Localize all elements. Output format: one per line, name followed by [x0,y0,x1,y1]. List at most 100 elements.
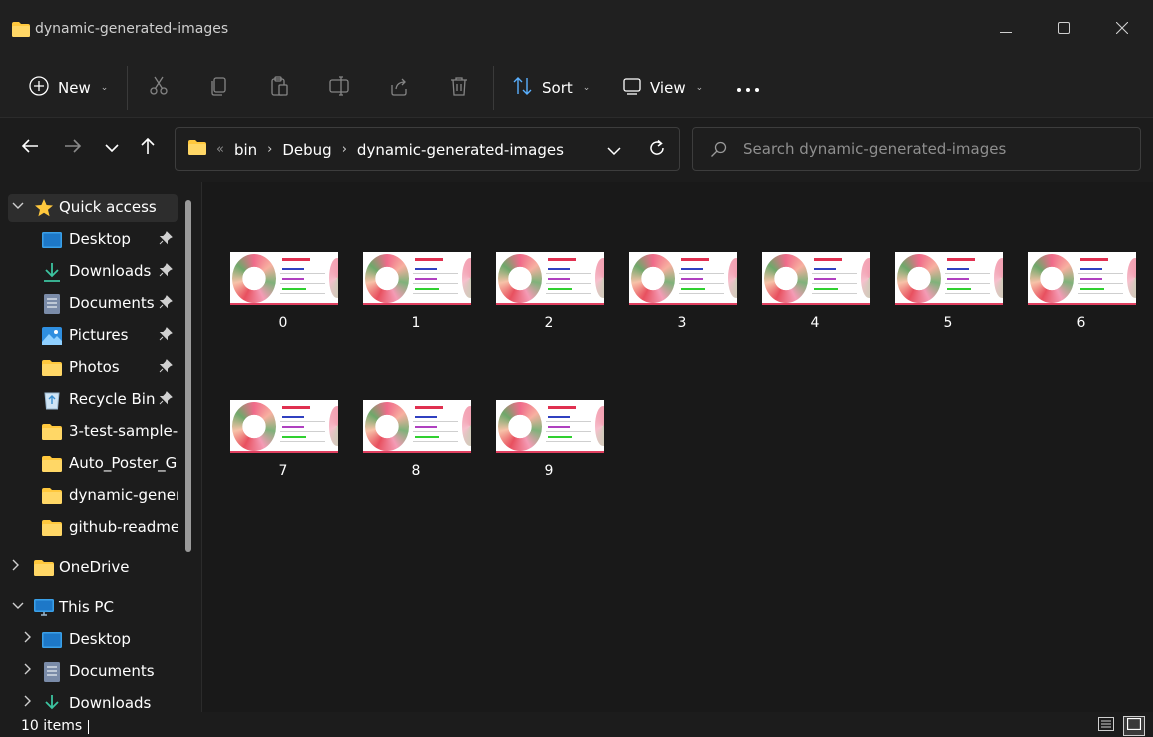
maximize-button[interactable] [1041,10,1087,50]
rename-button[interactable] [328,70,350,106]
view-button[interactable]: View ⌄ [622,70,703,106]
file-item[interactable]: 5 [888,252,1008,348]
back-button[interactable] [14,132,46,164]
sidebar-label: Desktop [69,230,131,248]
file-item[interactable]: 8 [356,400,476,496]
sidebar-label: Quick access [59,198,157,216]
close-button[interactable] [1099,10,1145,50]
sidebar-label: Downloads [69,694,152,712]
file-name: 0 [278,315,288,331]
rename-icon [328,75,350,101]
share-button[interactable] [388,70,410,106]
minimize-icon [1000,22,1012,38]
pin-icon[interactable] [159,359,173,377]
sidebar-item-pc-downloads[interactable]: Downloads [8,690,178,712]
image-thumbnail [496,400,604,453]
file-item[interactable]: 9 [489,400,609,496]
breadcrumb-debug[interactable]: Debug [282,141,331,159]
address-bar[interactable]: « bin › Debug › dynamic-generated-images [175,127,680,171]
status-bar: 10 items [0,712,1153,737]
sidebar-item-desktop[interactable]: Desktop [8,226,178,254]
sidebar-label: Documents [69,662,155,680]
file-item[interactable]: 4 [755,252,875,348]
recycle-bin-icon [42,390,62,410]
paste-button[interactable] [268,70,290,106]
sidebar-item-pictures[interactable]: Pictures [8,322,178,350]
more-options-button[interactable] [736,70,760,106]
pin-icon[interactable] [159,231,173,249]
pin-icon[interactable] [159,295,173,313]
refresh-icon[interactable] [648,139,666,161]
chevron-down-icon[interactable] [12,199,24,213]
file-name: 2 [544,315,554,331]
sidebar-scrollbar[interactable] [185,200,191,552]
folder-icon [12,22,30,41]
chevron-right-icon[interactable] [24,631,32,646]
file-item[interactable]: 2 [489,252,609,348]
sort-arrows-icon [512,75,534,101]
sidebar-item-documents[interactable]: Documents [8,290,178,318]
sidebar-label: OneDrive [59,558,130,576]
pin-icon[interactable] [159,263,173,281]
new-button[interactable]: New ⌄ [28,70,108,106]
large-icons-view-button[interactable] [1123,716,1145,736]
file-item[interactable]: 1 [356,252,476,348]
file-name: 8 [411,463,421,479]
sidebar-item-pc-documents[interactable]: Documents [8,658,178,686]
minimize-button[interactable] [983,10,1029,50]
recent-locations-button[interactable] [96,132,128,164]
sort-button[interactable]: Sort ⌄ [512,70,590,106]
sidebar-item-github-readme[interactable]: github-readme- [8,514,178,542]
chevron-right-icon[interactable]: › [267,142,272,157]
chevron-right-icon[interactable] [24,695,32,710]
sidebar-label: dynamic-genera [69,486,178,504]
new-label: New [58,79,91,97]
file-name: 9 [544,463,554,479]
sidebar-item-recycle-bin[interactable]: Recycle Bin [8,386,178,414]
details-view-button[interactable] [1095,716,1117,736]
address-history-chevron-icon[interactable] [607,143,621,159]
file-item[interactable]: 7 [223,400,343,496]
chevron-down-icon[interactable] [12,599,24,613]
pin-icon[interactable] [159,391,173,409]
sidebar-label: Documents [69,294,155,312]
document-icon [42,662,62,682]
sort-label: Sort [542,79,573,97]
sidebar-item-quick-access[interactable]: Quick access [8,194,178,222]
sidebar-label: Downloads [69,262,152,280]
chevron-right-icon[interactable]: › [342,142,347,157]
overflow-chevron-icon[interactable]: « [216,142,224,157]
sidebar-item-downloads[interactable]: Downloads [8,258,178,286]
sidebar-item-dynamic-generated[interactable]: dynamic-genera [8,482,178,510]
sidebar-item-auto-poster[interactable]: Auto_Poster_Gen [8,450,178,478]
breadcrumb-bin[interactable]: bin [234,141,257,159]
pin-icon[interactable] [159,327,173,345]
file-item[interactable]: 3 [622,252,742,348]
folder-icon [42,454,62,474]
forward-button[interactable] [57,132,89,164]
sidebar-item-3-test-sample[interactable]: 3-test-sample-d [8,418,178,446]
cut-button[interactable] [148,70,170,106]
file-item[interactable]: 0 [223,252,343,348]
up-button[interactable] [132,132,164,164]
sidebar-item-onedrive[interactable]: OneDrive [8,554,178,582]
file-name: 4 [810,315,820,331]
copy-button[interactable] [208,70,230,106]
sidebar-item-pc-desktop[interactable]: Desktop [8,626,178,654]
delete-button[interactable] [448,70,470,106]
search-box[interactable]: Search dynamic-generated-images [692,127,1141,171]
sidebar-item-this-pc[interactable]: This PC [8,594,178,622]
chevron-right-icon[interactable] [24,663,32,678]
separator [127,66,128,110]
chevron-right-icon[interactable] [12,559,20,574]
trash-icon [448,75,470,101]
title-bar[interactable]: dynamic-generated-images [0,0,1153,58]
sidebar-item-photos[interactable]: Photos [8,354,178,382]
image-thumbnail [496,252,604,305]
file-item[interactable]: 6 [1021,252,1141,348]
breadcrumb-current[interactable]: dynamic-generated-images [357,141,564,159]
clipboard-icon [268,75,290,101]
search-placeholder[interactable]: Search dynamic-generated-images [743,140,1006,158]
window-title: dynamic-generated-images [35,21,229,37]
file-name: 1 [411,315,421,331]
